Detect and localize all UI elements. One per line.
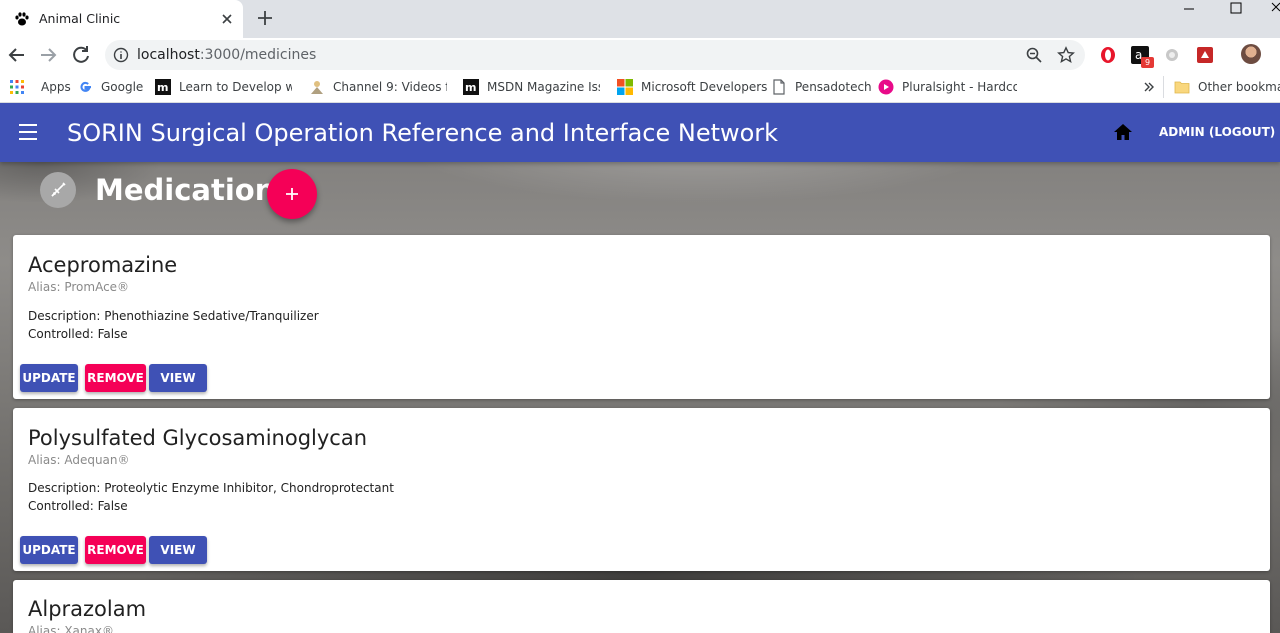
bookmarks-bar: Apps Google m Learn to Develop wit Chann… [0,72,1280,103]
add-medication-button[interactable] [267,169,317,219]
address-bar[interactable]: localhost:3000/medicines [105,40,1085,70]
m-logo-icon: m [155,79,171,95]
bookmark-label: Microsoft Developers [641,80,768,94]
star-icon[interactable] [1057,46,1075,64]
menu-icon[interactable] [18,123,38,141]
channel9-icon [311,81,323,94]
app-title: SORIN Surgical Operation Reference and I… [67,119,779,147]
opera-icon[interactable] [1099,46,1117,64]
medication-card: Polysulfated Glycosaminoglycan Alias: Ad… [13,408,1270,571]
logout-button[interactable]: ADMIN (LOGOUT) [1159,125,1275,139]
svg-text:m: m [465,81,476,94]
microsoft-logo-icon [617,79,633,95]
url-host: localhost [137,47,200,63]
extension-red-icon[interactable] [1196,46,1214,64]
paw-icon [15,12,29,26]
bookmark-label: Google [101,80,144,94]
update-button[interactable]: UPDATE [20,536,78,564]
bookmark-pluralsight[interactable]: Pluralsight - Hardcor [878,78,1017,96]
svg-text:m: m [157,81,168,94]
reload-icon[interactable] [69,43,93,67]
bookmark-learn[interactable]: m Learn to Develop wit [155,78,292,96]
medication-controlled: Controlled: False [28,499,128,513]
bookmark-label: Other bookmar [1198,80,1280,94]
bookmark-microsoft-developers[interactable]: Microsoft Developers [617,78,767,96]
bookmark-label: Apps [41,80,71,94]
medication-description: Description: Proteolytic Enzyme Inhibito… [28,481,394,495]
google-icon [80,81,91,92]
app-bar: SORIN Surgical Operation Reference and I… [0,103,1280,162]
url-path: :3000/medicines [199,47,317,63]
medication-card: Alprazolam Alias: Xanax® [13,580,1270,633]
bookmark-label: Learn to Develop wit [179,80,292,94]
medication-avatar [40,172,76,208]
medication-name: Acepromazine [28,253,178,277]
new-tab-icon[interactable] [255,8,275,28]
bookmark-label: MSDN Magazine Issu [487,80,600,94]
chevron-double-right-icon[interactable] [1143,80,1155,94]
page-icon [773,79,785,95]
m-logo-icon: m [463,79,479,95]
bookmark-msdn[interactable]: m MSDN Magazine Issu [463,78,600,96]
folder-icon [1174,81,1190,94]
maximize-icon[interactable] [1212,0,1258,20]
browser-tabstrip: Animal Clinic [0,0,1280,38]
remove-button[interactable]: REMOVE [85,536,146,564]
medication-name: Polysulfated Glycosaminoglycan [28,426,368,450]
zoom-icon[interactable] [1025,46,1043,64]
bookmark-apps[interactable]: Apps [9,78,71,96]
pluralsight-icon [878,79,894,95]
divider [1163,76,1164,98]
apps-grid-icon [10,80,24,94]
medication-controlled: Controlled: False [28,327,128,341]
bookmark-google[interactable]: Google [77,78,143,96]
plus-icon [286,188,298,200]
close-icon[interactable] [218,10,236,28]
avatar[interactable] [1241,44,1261,64]
info-icon[interactable] [113,47,129,63]
medication-alias: Alias: Adequan® [28,453,130,467]
url-text[interactable]: localhost:3000/medicines [137,47,316,63]
extension-circle-icon[interactable] [1163,46,1181,64]
bookmark-label: Channel 9: Videos for [333,80,447,94]
medication-name: Alprazolam [28,597,147,621]
back-icon[interactable] [5,43,29,67]
browser-tab[interactable]: Animal Clinic [0,0,243,38]
syringe-icon [51,182,66,197]
home-icon[interactable] [1113,123,1133,141]
update-button[interactable]: UPDATE [20,364,78,392]
medication-card: Acepromazine Alias: PromAce® Description… [13,235,1270,399]
page-title: Medications [95,173,293,207]
bookmark-channel9[interactable]: Channel 9: Videos for [309,78,447,96]
forward-icon[interactable] [36,43,60,67]
medication-alias: Alias: PromAce® [28,280,130,294]
view-button[interactable]: VIEW [149,536,207,564]
bookmark-label: Pluralsight - Hardcor [902,80,1017,94]
tab-title: Animal Clinic [39,11,121,26]
browser-toolbar: localhost:3000/medicines a 9 [0,38,1280,72]
minimize-icon[interactable] [1166,0,1212,20]
bookmark-other[interactable]: Other bookmar [1174,78,1280,96]
bookmark-label: Pensadotech [795,80,872,94]
medication-description: Description: Phenothiazine Sedative/Tran… [28,309,319,323]
app-viewport: SORIN Surgical Operation Reference and I… [0,103,1280,633]
bookmark-pensadotech[interactable]: Pensadotech [771,78,872,96]
window-close-icon[interactable] [1258,0,1280,20]
extension-badge: 9 [1141,57,1154,68]
medication-alias: Alias: Xanax® [28,624,114,633]
view-button[interactable]: VIEW [149,364,207,392]
remove-button[interactable]: REMOVE [85,364,146,392]
